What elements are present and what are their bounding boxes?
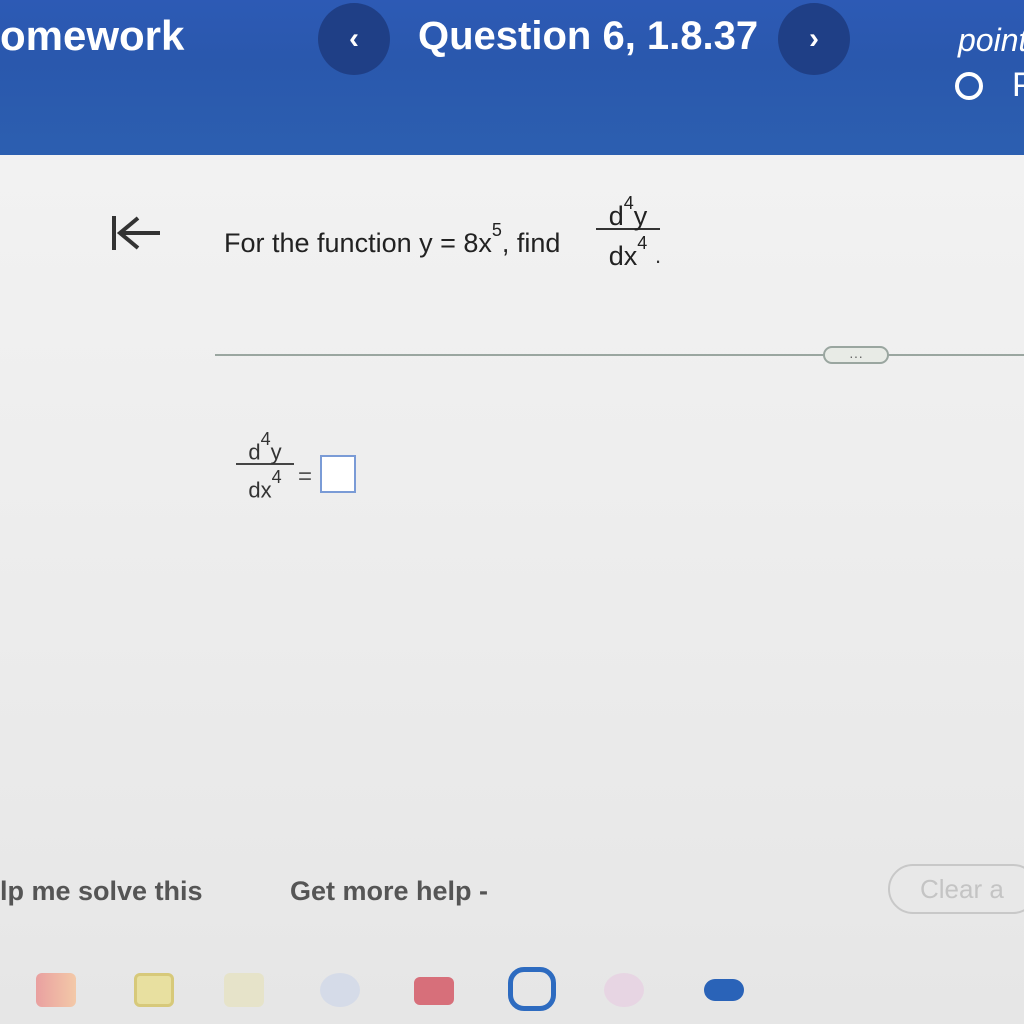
- num-var: y: [633, 201, 648, 231]
- more-options-button[interactable]: ···: [823, 346, 889, 364]
- gmail-icon[interactable]: [36, 973, 76, 1007]
- fraction-denominator: dx4: [596, 232, 660, 271]
- header-bar: omework ‹ Question 6, 1.8.37 › point P: [0, 0, 1024, 155]
- youtube-icon[interactable]: [414, 977, 454, 1005]
- points-label: point: [958, 22, 1024, 58]
- ans-num-var: y: [270, 439, 282, 465]
- ans-num-exponent: 4: [260, 429, 271, 449]
- play-icon[interactable]: [320, 973, 360, 1007]
- docs-icon[interactable]: [224, 973, 264, 1007]
- num-exponent: 4: [623, 193, 634, 213]
- den-exponent: 4: [637, 233, 648, 253]
- num-d: d: [608, 201, 624, 231]
- answer-numerator: d4y: [236, 429, 294, 464]
- question-prompt: For the function y = 8x5, find: [224, 220, 561, 259]
- ans-den-exponent: 4: [271, 467, 282, 487]
- chevron-right-icon: ›: [809, 22, 819, 55]
- collapse-left-icon[interactable]: [104, 208, 164, 258]
- fraction-numerator: d4y: [596, 192, 660, 231]
- classroom-icon[interactable]: [134, 973, 174, 1007]
- help-me-solve-button[interactable]: lp me solve this: [0, 876, 203, 907]
- previous-question-button[interactable]: ‹: [318, 3, 390, 75]
- ans-num-d: d: [248, 439, 261, 465]
- ans-den-var: dx: [248, 477, 272, 503]
- derivative-fraction: d4y dx4: [596, 192, 660, 271]
- answer-fraction-bar: [236, 463, 294, 465]
- photos-icon[interactable]: [604, 973, 644, 1007]
- fraction-bar: [596, 228, 660, 230]
- chevron-left-icon: ‹: [349, 22, 359, 55]
- meet-icon[interactable]: [704, 979, 744, 1001]
- clear-all-button[interactable]: Clear a: [888, 864, 1024, 914]
- prompt-period: .: [655, 243, 662, 268]
- section-divider: [215, 354, 1024, 356]
- question-title: Question 6, 1.8.37: [418, 14, 759, 58]
- taskbar: [0, 955, 1024, 1024]
- next-question-button[interactable]: ›: [778, 3, 850, 75]
- answer-fraction: d4y dx4: [236, 429, 294, 502]
- status-letter: P: [1012, 66, 1024, 104]
- equals-sign: =: [298, 463, 313, 490]
- get-more-help-button[interactable]: Get more help -: [290, 876, 488, 907]
- den-var: dx: [608, 241, 638, 271]
- answer-input[interactable]: [320, 455, 356, 493]
- launcher-icon[interactable]: [508, 967, 556, 1011]
- prompt-suffix: , find: [501, 228, 561, 258]
- status-circle-icon: [955, 72, 983, 100]
- answer-denominator: dx4: [236, 467, 294, 502]
- prompt-exponent: 5: [491, 220, 502, 240]
- prompt-prefix: For the function y = 8x: [224, 228, 492, 258]
- homework-title: omework: [0, 12, 185, 59]
